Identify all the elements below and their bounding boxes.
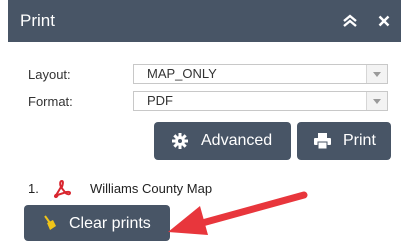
gear-icon [172,133,188,154]
advanced-button[interactable]: Advanced [154,122,291,160]
advanced-button-label: Advanced [201,132,273,149]
chevron-down-icon[interactable] [366,92,387,110]
double-chevron-up-icon[interactable] [336,7,364,35]
format-label: Format: [28,94,73,109]
print-panel-header: Print [8,0,401,42]
print-item-index: 1. [28,181,39,196]
print-button-label: Print [343,132,376,149]
clear-prints-button[interactable]: Clear prints [24,205,170,241]
format-select[interactable]: PDF [133,91,388,111]
print-button[interactable]: Print [297,122,391,160]
layout-select[interactable]: MAP_ONLY [133,64,388,84]
callout-arrow [168,191,308,235]
close-icon[interactable] [370,7,398,35]
layout-select-value: MAP_ONLY [147,66,217,81]
clear-prints-button-label: Clear prints [69,215,151,232]
panel-title: Print [20,11,55,30]
broom-icon [42,215,56,236]
layout-label: Layout: [28,67,71,82]
format-select-value: PDF [147,93,173,108]
printer-icon [314,133,331,154]
chevron-down-icon[interactable] [366,65,387,83]
pdf-icon [52,179,72,204]
